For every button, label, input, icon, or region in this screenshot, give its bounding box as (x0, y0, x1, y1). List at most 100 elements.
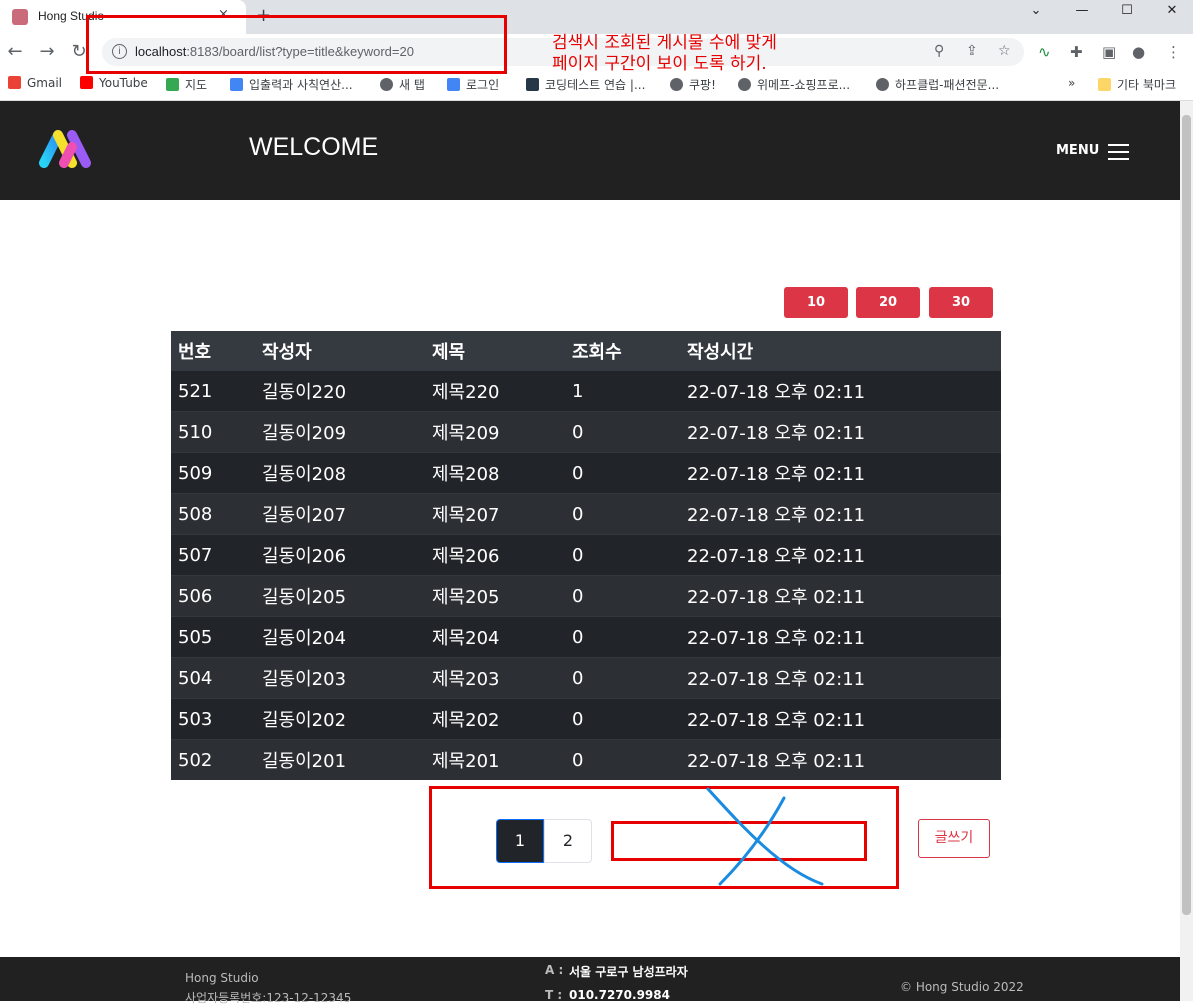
puzzle-extensions-icon[interactable]: ✚ (1070, 43, 1083, 61)
cell-writer: 길동이208 (255, 452, 425, 494)
cell-number: 505 (171, 616, 255, 658)
youtube-icon (80, 76, 93, 89)
chrome-menu-icon[interactable]: ⋮ (1166, 43, 1181, 61)
cell-views: 0 (565, 698, 680, 740)
cell-views: 0 (565, 534, 680, 576)
cell-date: 22-07-18 오후 02:11 (680, 657, 1001, 699)
other-bookmarks[interactable]: 기타 북마크 (1098, 76, 1176, 93)
forward-arrow-icon[interactable]: → (36, 41, 58, 62)
table-row[interactable]: 508 길동이207 제목207 0 22-07-18 오후 02:11 (171, 493, 1001, 535)
cell-number: 504 (171, 657, 255, 699)
bookmark-maps[interactable]: 지도 (166, 76, 207, 93)
cell-title[interactable]: 제목220 (425, 370, 565, 412)
table-row[interactable]: 505 길동이204 제목204 0 22-07-18 오후 02:11 (171, 616, 1001, 658)
bookmark-youtube[interactable]: YouTube (80, 76, 148, 90)
cell-title[interactable]: 제목201 (425, 739, 565, 780)
programmers-icon (526, 78, 539, 91)
footer-phone-label: T : (545, 988, 563, 1002)
bookmarks-overflow-button[interactable]: » (1068, 76, 1075, 90)
menu-label[interactable]: MENU (1056, 143, 1099, 158)
profile-avatar-icon[interactable]: ● (1132, 43, 1145, 61)
page-size-20-button[interactable]: 20 (856, 287, 920, 318)
cell-title[interactable]: 제목208 (425, 452, 565, 494)
hamburger-menu-icon[interactable] (1108, 144, 1129, 165)
cell-date: 22-07-18 오후 02:11 (680, 534, 1001, 576)
globe-icon (380, 78, 393, 91)
cell-title[interactable]: 제목202 (425, 698, 565, 740)
table-row[interactable]: 521 길동이220 제목220 1 22-07-18 오후 02:11 (171, 370, 1001, 412)
cell-date: 22-07-18 오후 02:11 (680, 370, 1001, 412)
scrollbar-thumb[interactable] (1182, 115, 1191, 915)
table-row[interactable]: 502 길동이201 제목201 0 22-07-18 오후 02:11 (171, 739, 1001, 780)
back-arrow-icon[interactable]: ← (4, 41, 26, 62)
cell-title[interactable]: 제목207 (425, 493, 565, 535)
extension-icon[interactable]: ∿ (1038, 43, 1051, 61)
bookmark-new-tab[interactable]: 새 탭 (380, 76, 425, 93)
cell-writer: 길동이201 (255, 739, 425, 780)
annotation-line-1: 검색시 조회된 게시물 수에 맞게 (552, 33, 777, 53)
col-header-date: 작성시간 (680, 331, 1001, 371)
annotation-line-2: 페이지 구간이 보이 도록 하기. (552, 54, 767, 74)
col-header-views: 조회수 (565, 331, 680, 371)
table-row[interactable]: 510 길동이209 제목209 0 22-07-18 오후 02:11 (171, 411, 1001, 453)
folder-icon (1098, 78, 1111, 91)
table-row[interactable]: 503 길동이202 제목202 0 22-07-18 오후 02:11 (171, 698, 1001, 740)
cell-writer: 길동이203 (255, 657, 425, 699)
tab-search-icon[interactable]: ⌄ (1014, 4, 1058, 26)
cell-views: 0 (565, 739, 680, 780)
cell-number: 502 (171, 739, 255, 780)
footer-address: 서울 구로구 남성프라자 (569, 965, 688, 979)
table-row[interactable]: 504 길동이203 제목203 0 22-07-18 오후 02:11 (171, 657, 1001, 699)
page-size-10-button[interactable]: 10 (784, 287, 848, 318)
col-header-writer: 작성자 (255, 331, 425, 371)
close-window-button[interactable]: ✕ (1150, 4, 1193, 26)
cell-views: 0 (565, 452, 680, 494)
bookmark-coding-test[interactable]: 코딩테스트 연습 |... (526, 76, 645, 93)
brand-logo-icon[interactable] (38, 127, 98, 173)
cell-title[interactable]: 제목203 (425, 657, 565, 699)
maximize-button[interactable]: ☐ (1105, 4, 1149, 26)
footer-biz-number: 사업자등록번호:123-12-12345 (185, 991, 352, 1005)
cell-title[interactable]: 제목204 (425, 616, 565, 658)
table-row[interactable]: 507 길동이206 제목206 0 22-07-18 오후 02:11 (171, 534, 1001, 576)
globe-icon (738, 78, 751, 91)
cell-date: 22-07-18 오후 02:11 (680, 575, 1001, 617)
star-icon[interactable]: ☆ (998, 43, 1011, 59)
footer-phone: 010.7270.9984 (569, 988, 670, 1002)
cell-date: 22-07-18 오후 02:11 (680, 493, 1001, 535)
bookmark-wemakeprice[interactable]: 위메프-쇼핑프로... (738, 76, 850, 93)
bookmark-coupang[interactable]: 쿠팡! (670, 76, 716, 93)
cell-writer: 길동이204 (255, 616, 425, 658)
page-scrollbar[interactable] (1180, 101, 1193, 1001)
site-footer: Hong Studio 사업자등록번호:123-12-12345 A : 서울 … (0, 957, 1180, 1005)
board-table: 번호 작성자 제목 조회수 작성시간 521 길동이220 제목220 1 22-07-… (171, 331, 1001, 780)
page-size-30-button[interactable]: 30 (929, 287, 993, 318)
write-post-button[interactable]: 글쓰기 (918, 819, 990, 858)
cell-number: 508 (171, 493, 255, 535)
cell-views: 0 (565, 616, 680, 658)
cell-title[interactable]: 제목205 (425, 575, 565, 617)
bookmark-halfclub[interactable]: 하프클럽-패션전문... (876, 76, 999, 93)
page-2-button[interactable]: 2 (544, 819, 592, 863)
cell-number: 506 (171, 575, 255, 617)
code-icon (447, 78, 460, 91)
table-row[interactable]: 506 길동이205 제목205 0 22-07-18 오후 02:11 (171, 575, 1001, 617)
footer-address-label: A : (545, 963, 564, 977)
footer-copyright: © Hong Studio 2022 (900, 980, 1024, 994)
cell-writer: 길동이220 (255, 370, 425, 412)
cell-date: 22-07-18 오후 02:11 (680, 452, 1001, 494)
table-row[interactable]: 509 길동이208 제목208 0 22-07-18 오후 02:11 (171, 452, 1001, 494)
side-panel-icon[interactable]: ▣ (1102, 43, 1116, 61)
page-1-button[interactable]: 1 (496, 819, 544, 863)
globe-icon (876, 78, 889, 91)
cell-title[interactable]: 제목206 (425, 534, 565, 576)
bookmark-io-arith[interactable]: 입출력과 사칙연산... (230, 76, 353, 93)
share-icon[interactable]: ⇪ (966, 43, 978, 59)
bookmark-gmail[interactable]: Gmail (8, 76, 62, 90)
minimize-button[interactable]: — (1060, 4, 1104, 26)
cell-title[interactable]: 제목209 (425, 411, 565, 453)
cell-date: 22-07-18 오후 02:11 (680, 616, 1001, 658)
bookmark-login[interactable]: 로그인 (447, 76, 499, 93)
zoom-icon[interactable]: ⚲ (934, 43, 944, 59)
gmail-icon (8, 76, 21, 89)
